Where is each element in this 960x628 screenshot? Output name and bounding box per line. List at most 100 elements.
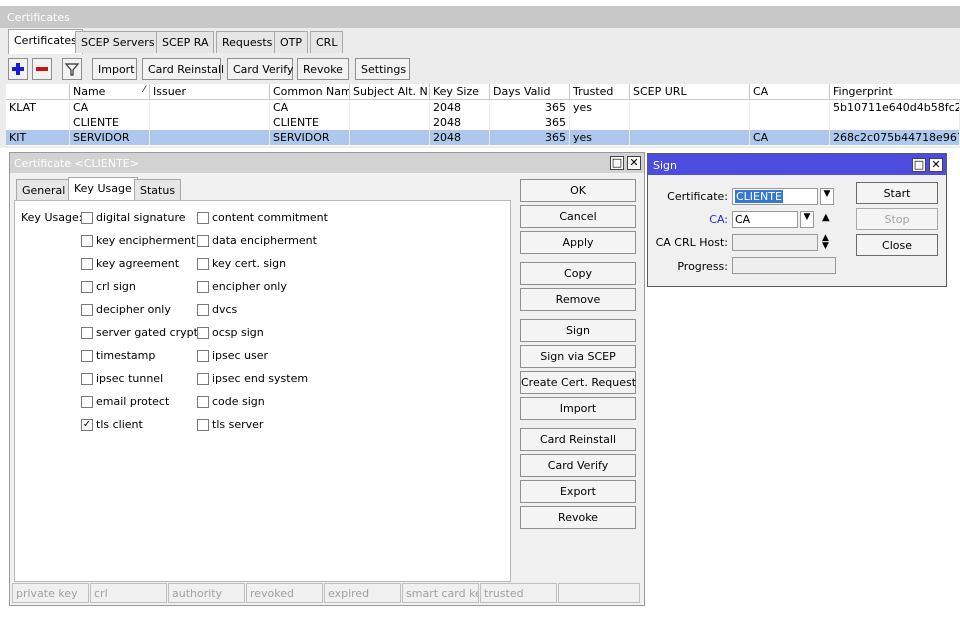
ca-dropdown[interactable]: ▼ (800, 211, 814, 228)
import-button[interactable]: Import (92, 58, 137, 80)
checkbox-left-5[interactable] (81, 327, 93, 339)
cell-trusted (570, 115, 630, 130)
stop-button[interactable]: Stop (856, 208, 938, 230)
close-button[interactable]: ✕ (627, 156, 641, 170)
tab-scep-servers[interactable]: SCEP Servers (75, 31, 161, 53)
checkbox-label: key cert. sign (212, 257, 287, 270)
checkbox-label: tls server (212, 418, 264, 431)
import-button[interactable]: Import (520, 397, 636, 420)
chevron-down-icon: ▼ (823, 189, 831, 199)
tab-status[interactable]: Status (134, 179, 182, 201)
checkbox-left-9[interactable]: ✓ (81, 419, 93, 431)
filter-button[interactable] (62, 58, 82, 80)
minus-icon (36, 67, 48, 71)
checkbox-right-5[interactable] (197, 327, 209, 339)
certificate-window-title[interactable]: Certificate <CLIENTE> (10, 153, 644, 173)
checkbox-left-8[interactable] (81, 396, 93, 408)
checkbox-left-2[interactable] (81, 258, 93, 270)
table-row-selected[interactable]: KIT SERVIDOR SERVIDOR 2048 365 yes CA 26… (6, 130, 960, 145)
create-cert-request-button[interactable]: Create Cert. Request (520, 371, 636, 394)
revoke-button[interactable]: Revoke (297, 58, 349, 80)
checkbox-right-3[interactable] (197, 281, 209, 293)
cell-subject-alt-name (350, 115, 430, 130)
checkbox-right-9[interactable] (197, 419, 209, 431)
checkbox-left-4[interactable] (81, 304, 93, 316)
settings-button[interactable]: Settings (355, 58, 410, 80)
card-reinstall-button[interactable]: Card Reinstall (520, 428, 636, 451)
tab-crl[interactable]: CRL (310, 31, 344, 53)
col-header-days-valid[interactable]: Days Valid (490, 84, 570, 100)
table-row[interactable]: CLIENTE CLIENTE 2048 365 (6, 115, 960, 130)
tab-general[interactable]: General (16, 179, 72, 201)
col-header-fingerprint[interactable]: Fingerprint (830, 84, 960, 100)
copy-button[interactable]: Copy (520, 262, 636, 285)
checkbox-right-2[interactable] (197, 258, 209, 270)
sign-button[interactable]: Sign (520, 319, 636, 342)
col-header-ca[interactable]: CA (750, 84, 830, 100)
checkbox-right-8[interactable] (197, 396, 209, 408)
start-button[interactable]: Start (856, 182, 938, 204)
status-revoked: revoked (246, 583, 323, 603)
tab-certificates[interactable]: Certificates (8, 29, 83, 54)
col-header-flags[interactable] (6, 84, 70, 100)
col-header-common-name[interactable]: Common Name (270, 84, 350, 100)
collapse-up-icon[interactable]: ▲ (822, 212, 830, 223)
certificate-dropdown[interactable]: ▼ (820, 188, 834, 205)
checkbox-label: crl sign (96, 280, 136, 293)
export-button[interactable]: Export (520, 480, 636, 503)
table-row[interactable]: KLAT CA CA 2048 365 yes 5b10711e640d4b58… (6, 100, 960, 115)
col-header-name[interactable]: Name ⁄ (70, 84, 150, 100)
checkbox-right-4[interactable] (197, 304, 209, 316)
col-header-name-label: Name (73, 85, 106, 98)
certificate-select[interactable]: CLIENTE (732, 188, 818, 205)
remove-button[interactable]: Remove (520, 288, 636, 311)
ca-select[interactable]: CA (732, 211, 798, 228)
plus-icon (12, 63, 24, 75)
checkbox-label: content commitment (212, 211, 328, 224)
tab-key-usage[interactable]: Key Usage (68, 177, 138, 202)
cell-flags: KLAT (6, 100, 70, 115)
col-header-key-size[interactable]: Key Size (430, 84, 490, 100)
checkbox-right-1[interactable] (197, 235, 209, 247)
col-header-subject-alt-name[interactable]: Subject Alt. N... (350, 84, 430, 100)
card-verify-button[interactable]: Card Verify (520, 454, 636, 477)
checkbox-left-3[interactable] (81, 281, 93, 293)
revoke-button[interactable]: Revoke (520, 506, 636, 529)
ca-crl-host-field[interactable] (732, 234, 818, 251)
close-icon: ✕ (629, 156, 639, 169)
col-header-trusted[interactable]: Trusted (570, 84, 630, 100)
checkbox-right-7[interactable] (197, 373, 209, 385)
tab-otp[interactable]: OTP (274, 31, 309, 53)
ok-button[interactable]: OK (520, 179, 636, 202)
maximize-button[interactable]: □ (610, 156, 624, 170)
sign-via-scep-button[interactable]: Sign via SCEP (520, 345, 636, 368)
add-button[interactable] (8, 58, 28, 80)
checkbox-left-7[interactable] (81, 373, 93, 385)
checkbox-right-0[interactable] (197, 212, 209, 224)
cell-key-size: 2048 (430, 115, 490, 130)
card-reinstall-button[interactable]: Card Reinstall (142, 58, 224, 80)
apply-button[interactable]: Apply (520, 231, 636, 254)
cell-name: SERVIDOR (70, 130, 150, 145)
checkbox-left-0[interactable] (81, 212, 93, 224)
close-icon: ✕ (931, 158, 941, 171)
card-verify-button[interactable]: Card Verify (227, 58, 293, 80)
close-button[interactable]: Close (856, 234, 938, 256)
maximize-button[interactable]: □ (912, 158, 926, 172)
up-down-icon[interactable]: ▲ ▼ (822, 234, 829, 251)
progress-label: Progress: (677, 260, 728, 273)
remove-button[interactable] (32, 58, 52, 80)
col-header-issuer[interactable]: Issuer (150, 84, 270, 100)
close-window-button[interactable]: ✕ (929, 158, 943, 172)
checkbox-label: server gated crypto (96, 326, 205, 339)
checkbox-right-6[interactable] (197, 350, 209, 362)
tab-requests[interactable]: Requests (216, 31, 279, 53)
tab-scep-ra[interactable]: SCEP RA (156, 31, 215, 53)
cell-fingerprint: 5b10711e640d4b58fc2e6d (830, 100, 960, 115)
cancel-button[interactable]: Cancel (520, 205, 636, 228)
cell-issuer (150, 100, 270, 115)
checkbox-left-6[interactable] (81, 350, 93, 362)
checkbox-left-1[interactable] (81, 235, 93, 247)
sign-window-title[interactable]: Sign (648, 154, 946, 175)
col-header-scep-url[interactable]: SCEP URL (630, 84, 750, 100)
